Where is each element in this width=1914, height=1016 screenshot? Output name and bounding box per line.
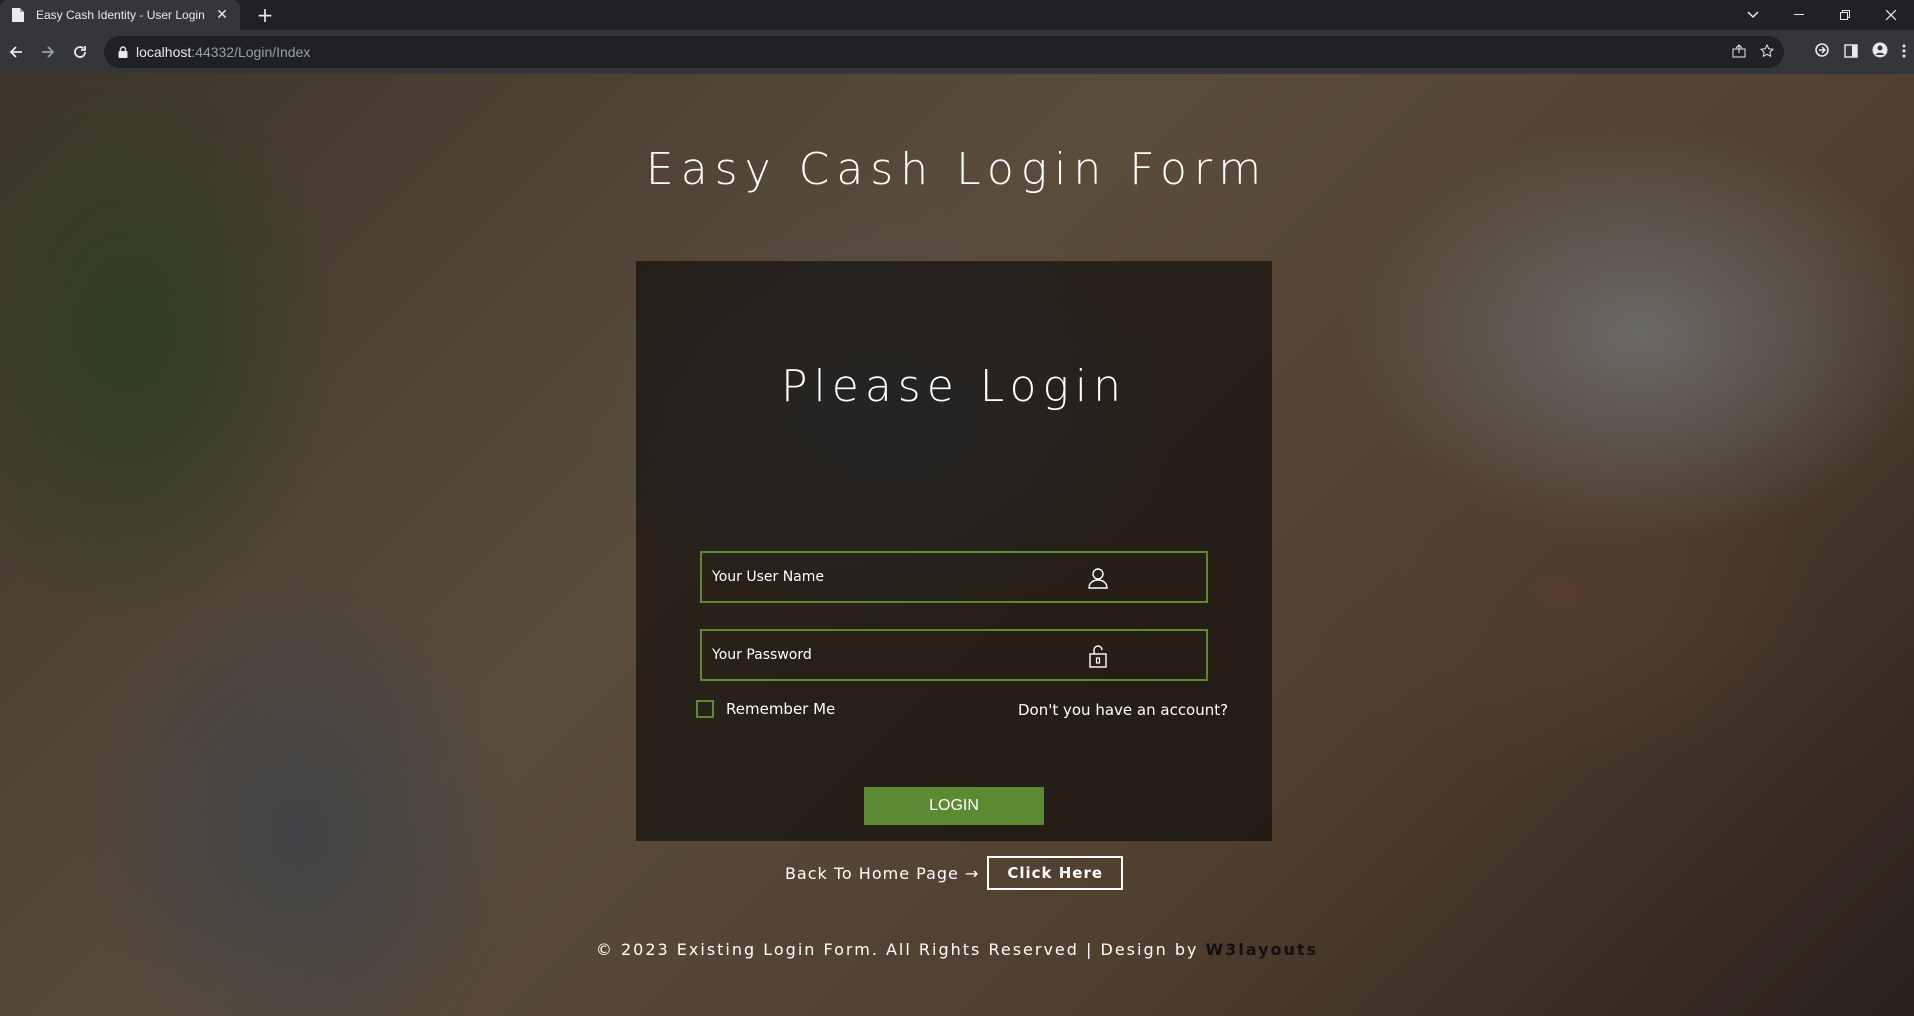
footer: © 2023 Existing Login Form. All Rights R…: [0, 940, 1914, 959]
tab-title: Easy Cash Identity - User Login: [36, 8, 205, 22]
page-favicon-icon: [10, 7, 26, 23]
back-icon[interactable]: [0, 36, 32, 68]
extension-icon[interactable]: [1814, 42, 1830, 62]
login-panel: Please Login Remember Me Don't you have …: [636, 261, 1272, 890]
password-input[interactable]: [712, 647, 1072, 663]
lock-icon[interactable]: [118, 46, 128, 58]
restore-icon[interactable]: [1822, 0, 1868, 30]
username-field[interactable]: [700, 551, 1208, 603]
page-title: Easy Cash Login Form: [645, 144, 1269, 195]
footer-text: © 2023 Existing Login Form. All Rights R…: [595, 940, 1206, 959]
remember-me[interactable]: Remember Me: [696, 700, 835, 718]
share-icon[interactable]: [1732, 43, 1746, 62]
reload-icon[interactable]: [64, 36, 96, 68]
user-icon: [1086, 566, 1110, 590]
click-here-button[interactable]: Click Here: [987, 856, 1124, 890]
browser-toolbar: localhost:44332/Login/Index: [0, 30, 1914, 74]
address-bar[interactable]: localhost:44332/Login/Index: [104, 36, 1784, 68]
minimize-icon[interactable]: [1776, 0, 1822, 30]
panel-title: Please Login: [781, 361, 1127, 412]
tab-close-icon[interactable]: ✕: [214, 7, 230, 23]
login-button[interactable]: LOGIN: [864, 787, 1044, 825]
new-tab-icon[interactable]: +: [254, 4, 276, 26]
signup-link[interactable]: Don't you have an account?: [1018, 701, 1228, 719]
url-path: :44332/Login/Index: [191, 44, 311, 60]
profile-icon[interactable]: [1872, 42, 1888, 62]
window-controls: [1730, 0, 1914, 30]
lock-open-icon: [1086, 644, 1110, 668]
back-row: Back To Home Page → Click Here: [636, 856, 1272, 890]
browser-tab[interactable]: Easy Cash Identity - User Login ✕: [0, 0, 240, 30]
page-background: Easy Cash Login Form Please Login Rememb…: [0, 74, 1914, 1016]
close-window-icon[interactable]: [1868, 0, 1914, 30]
bookmark-star-icon[interactable]: [1759, 43, 1775, 62]
tab-search-icon[interactable]: [1730, 0, 1776, 30]
remember-label: Remember Me: [726, 700, 836, 718]
remember-checkbox[interactable]: [696, 700, 714, 718]
menu-icon[interactable]: [1902, 43, 1906, 62]
side-panel-icon[interactable]: [1844, 43, 1858, 62]
back-to-home-text: Back To Home Page →: [784, 863, 980, 883]
username-input[interactable]: [712, 569, 1072, 585]
url-host: localhost: [136, 44, 192, 60]
forward-icon[interactable]: [32, 36, 64, 68]
browser-tabbar: Easy Cash Identity - User Login ✕ +: [0, 0, 1914, 30]
footer-brand-link[interactable]: W3layouts: [1206, 940, 1319, 959]
password-field[interactable]: [700, 629, 1208, 681]
